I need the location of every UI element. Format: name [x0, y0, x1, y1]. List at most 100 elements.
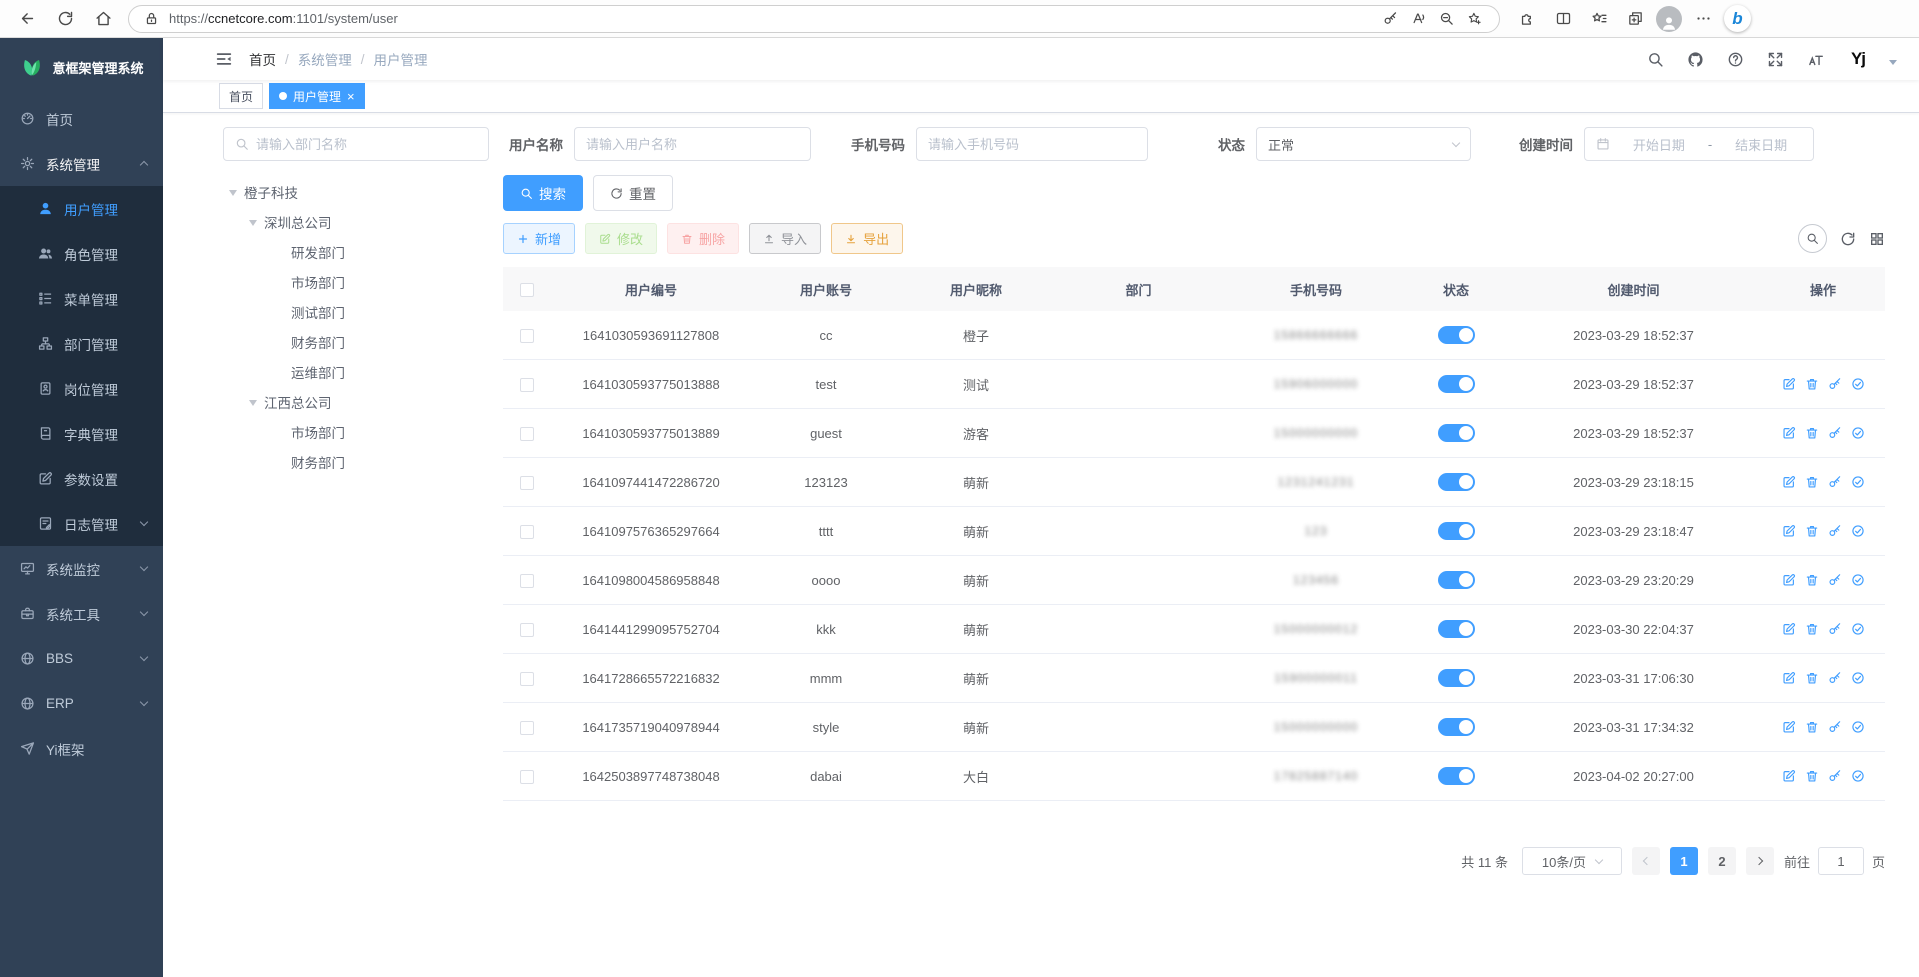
assign-role-icon[interactable]: [1851, 573, 1865, 587]
dept-search-field[interactable]: [256, 137, 477, 152]
status-select[interactable]: 正常: [1256, 127, 1471, 161]
row-checkbox[interactable]: [520, 721, 534, 735]
sidebar-item-BBS[interactable]: BBS: [0, 636, 163, 681]
edit-user-icon[interactable]: [1782, 475, 1796, 489]
sidebar-item-系统管理[interactable]: 系统管理: [0, 141, 163, 186]
sidebar-item-字典管理[interactable]: 字典管理: [0, 411, 163, 456]
breadcrumb-item[interactable]: 首页: [249, 49, 276, 69]
date-range-picker[interactable]: 开始日期 - 结束日期: [1584, 127, 1814, 161]
delete-user-icon[interactable]: [1805, 524, 1819, 538]
row-checkbox[interactable]: [520, 378, 534, 392]
page-button-1[interactable]: 1: [1670, 847, 1698, 875]
breadcrumb-item[interactable]: 用户管理: [374, 49, 428, 69]
page-size-select[interactable]: 10条/页: [1522, 847, 1622, 875]
phone-input[interactable]: [916, 127, 1148, 161]
delete-user-icon[interactable]: [1805, 622, 1819, 636]
reset-password-icon[interactable]: [1828, 524, 1842, 538]
add-button[interactable]: 新增: [503, 223, 575, 254]
edit-user-icon[interactable]: [1782, 377, 1796, 391]
reset-password-icon[interactable]: [1828, 671, 1842, 685]
status-toggle[interactable]: [1438, 620, 1475, 638]
more-icon[interactable]: [1688, 4, 1718, 34]
fullscreen-icon[interactable]: [1763, 47, 1787, 71]
sidebar-item-参数设置[interactable]: 参数设置: [0, 456, 163, 501]
edit-user-icon[interactable]: [1782, 622, 1796, 636]
username-field[interactable]: [586, 137, 799, 152]
export-button[interactable]: 导出: [831, 223, 903, 254]
page-button-2[interactable]: 2: [1708, 847, 1736, 875]
sidebar-item-系统工具[interactable]: 系统工具: [0, 591, 163, 636]
refresh-icon[interactable]: [50, 4, 80, 34]
status-toggle[interactable]: [1438, 669, 1475, 687]
status-toggle[interactable]: [1438, 375, 1475, 393]
search-button[interactable]: 搜索: [503, 175, 583, 211]
status-toggle[interactable]: [1438, 424, 1475, 442]
row-checkbox[interactable]: [520, 574, 534, 588]
reset-password-icon[interactable]: [1828, 426, 1842, 440]
profile-icon[interactable]: [1656, 6, 1682, 32]
tree-node-运维部门[interactable]: 运维部门: [223, 357, 489, 387]
edit-user-icon[interactable]: [1782, 671, 1796, 685]
help-icon[interactable]: [1723, 47, 1747, 71]
split-screen-icon[interactable]: [1548, 4, 1578, 34]
tree-node-测试部门[interactable]: 测试部门: [223, 297, 489, 327]
zoom-out-icon[interactable]: [1433, 6, 1459, 32]
delete-user-icon[interactable]: [1805, 720, 1819, 734]
avatar-dropdown-caret-icon[interactable]: [1889, 60, 1897, 69]
tree-node-市场部门[interactable]: 市场部门: [223, 267, 489, 297]
delete-user-icon[interactable]: [1805, 769, 1819, 783]
assign-role-icon[interactable]: [1851, 426, 1865, 440]
goto-page-input[interactable]: [1818, 847, 1864, 875]
phone-field[interactable]: [928, 137, 1136, 152]
sidebar-item-用户管理[interactable]: 用户管理: [0, 186, 163, 231]
collections-icon[interactable]: [1620, 4, 1650, 34]
back-icon[interactable]: [12, 4, 42, 34]
select-all-checkbox[interactable]: [520, 283, 534, 297]
column-settings-button[interactable]: [1869, 231, 1885, 247]
user-avatar[interactable]: Yj: [1843, 44, 1873, 74]
tree-node-深圳总公司[interactable]: 深圳总公司: [223, 207, 489, 237]
tree-node-财务部门[interactable]: 财务部门: [223, 327, 489, 357]
delete-button[interactable]: 删除: [667, 223, 739, 254]
status-toggle[interactable]: [1438, 571, 1475, 589]
reset-password-icon[interactable]: [1828, 622, 1842, 636]
status-toggle[interactable]: [1438, 767, 1475, 785]
reset-password-icon[interactable]: [1828, 720, 1842, 734]
tab-用户管理[interactable]: 用户管理×: [269, 83, 365, 109]
tree-expand-caret-icon[interactable]: [229, 190, 237, 200]
toggle-search-button[interactable]: [1798, 224, 1827, 253]
assign-role-icon[interactable]: [1851, 622, 1865, 636]
edit-user-icon[interactable]: [1782, 426, 1796, 440]
assign-role-icon[interactable]: [1851, 524, 1865, 538]
favorites-icon[interactable]: [1584, 4, 1614, 34]
tree-expand-caret-icon[interactable]: [249, 220, 257, 230]
tree-expand-caret-icon[interactable]: [249, 400, 257, 410]
reset-password-icon[interactable]: [1828, 377, 1842, 391]
key-icon[interactable]: [1377, 6, 1403, 32]
assign-role-icon[interactable]: [1851, 377, 1865, 391]
tree-node-橙子科技[interactable]: 橙子科技: [223, 177, 489, 207]
sidebar-item-首页[interactable]: 首页: [0, 96, 163, 141]
row-checkbox[interactable]: [520, 525, 534, 539]
assign-role-icon[interactable]: [1851, 769, 1865, 783]
extensions-icon[interactable]: [1512, 4, 1542, 34]
row-checkbox[interactable]: [520, 329, 534, 343]
username-input[interactable]: [574, 127, 811, 161]
delete-user-icon[interactable]: [1805, 573, 1819, 587]
assign-role-icon[interactable]: [1851, 671, 1865, 685]
tab-首页[interactable]: 首页: [219, 83, 263, 109]
delete-user-icon[interactable]: [1805, 377, 1819, 391]
reset-password-icon[interactable]: [1828, 573, 1842, 587]
tree-node-研发部门[interactable]: 研发部门: [223, 237, 489, 267]
add-favorite-icon[interactable]: [1461, 6, 1487, 32]
edit-user-icon[interactable]: [1782, 573, 1796, 587]
tree-node-财务部门[interactable]: 财务部门: [223, 447, 489, 477]
tree-node-市场部门[interactable]: 市场部门: [223, 417, 489, 447]
edit-user-icon[interactable]: [1782, 769, 1796, 783]
delete-user-icon[interactable]: [1805, 475, 1819, 489]
delete-user-icon[interactable]: [1805, 426, 1819, 440]
font-size-icon[interactable]: [1803, 47, 1827, 71]
copilot-icon[interactable]: b: [1724, 5, 1751, 32]
reset-password-icon[interactable]: [1828, 475, 1842, 489]
status-toggle[interactable]: [1438, 326, 1475, 344]
